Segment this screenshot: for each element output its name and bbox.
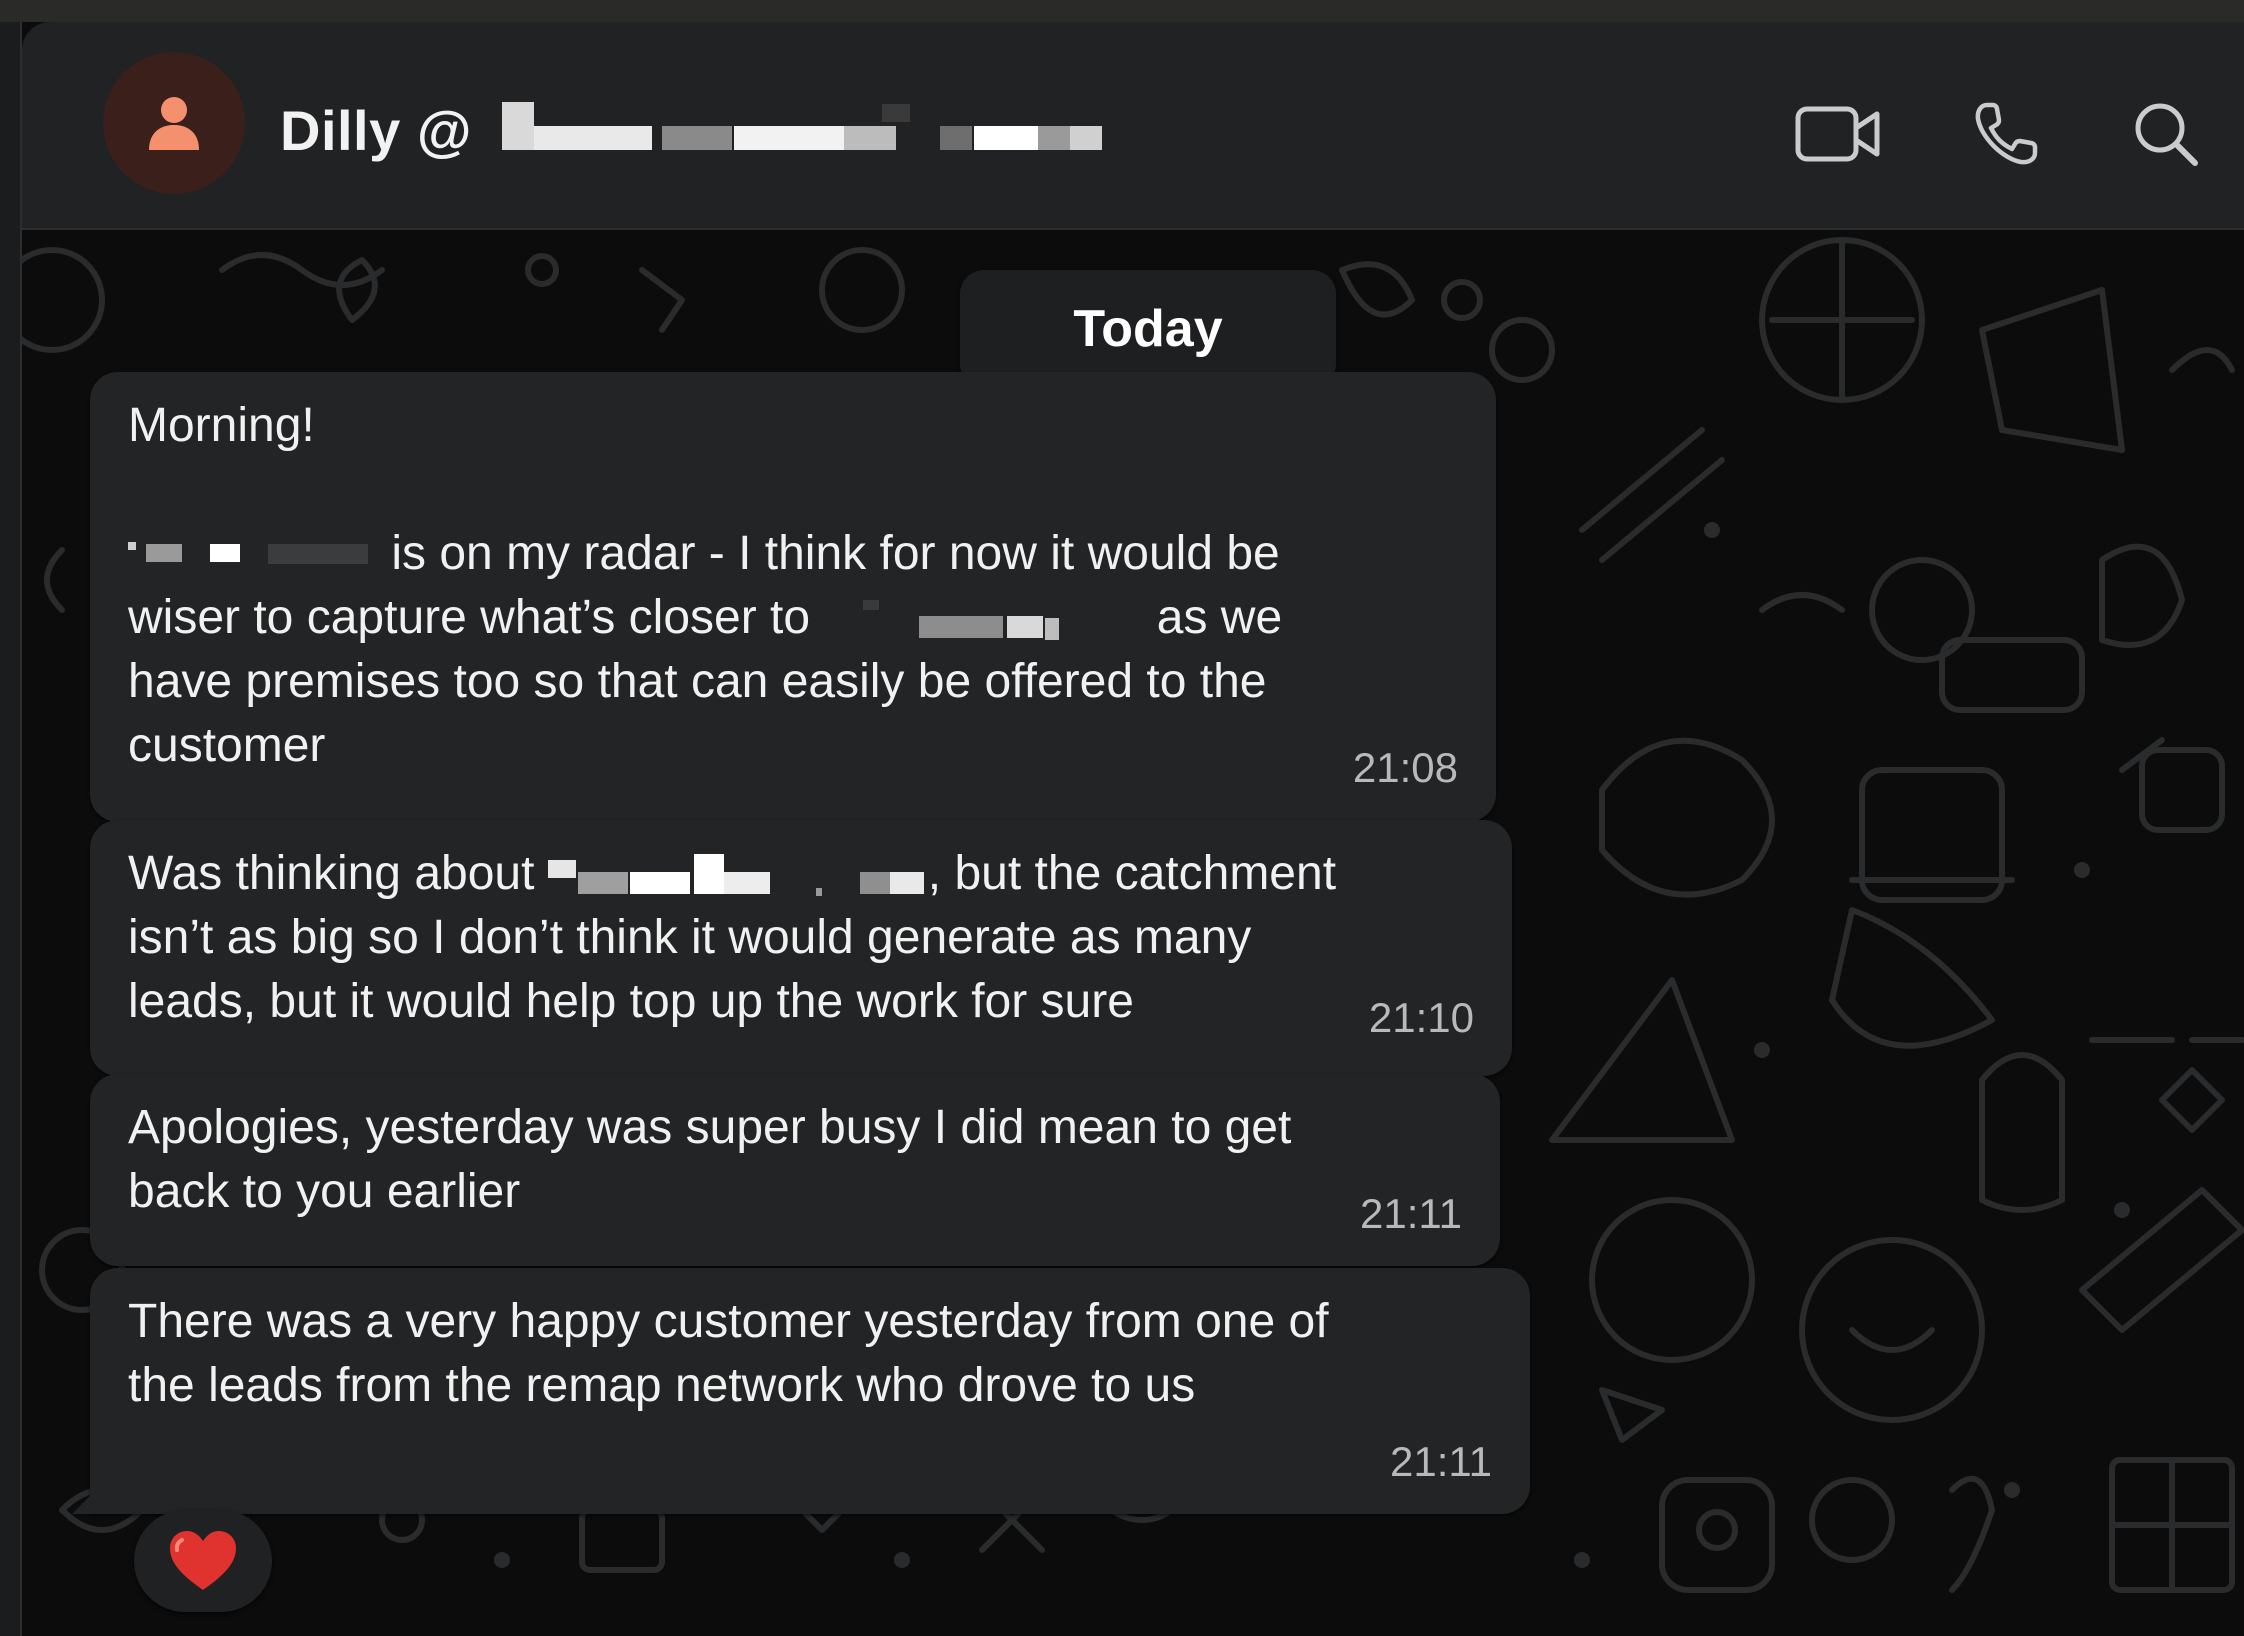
date-separator: Today: [960, 270, 1336, 388]
voice-call-icon: [1975, 102, 2038, 165]
video-call-icon: [1795, 106, 1880, 162]
message-text: Was thinking about , but the catchment i…: [128, 842, 1474, 1034]
window-top-edge: [0, 0, 2244, 22]
message-timestamp: 21:11: [1360, 1190, 1462, 1237]
date-label: Today: [1073, 300, 1223, 358]
message-line: customer: [128, 719, 326, 772]
person-icon: [149, 97, 199, 150]
contact-avatar[interactable]: [103, 52, 245, 194]
message-line: Was thinking about , but the catchment: [128, 847, 1337, 900]
message-text: There was a very happy customer yesterda…: [128, 1295, 1329, 1412]
message-line: wiser to capture what’s closer to as we: [128, 591, 1283, 644]
contact-name[interactable]: Dilly @: [280, 98, 472, 163]
message-bubble[interactable]: Was thinking about , but the catchment i…: [90, 820, 1512, 1076]
search-icon: [2135, 103, 2198, 166]
redacted-text: [128, 536, 378, 576]
redacted-text: [547, 854, 928, 898]
message-line: have premises too so that can easily be …: [128, 655, 1267, 708]
message-reaction[interactable]: [134, 1510, 272, 1612]
heart-icon: [170, 1531, 236, 1590]
message-line: is on my radar - I think for now it woul…: [128, 522, 1458, 586]
voice-call-button[interactable]: [1958, 86, 2054, 182]
message-line: isn’t as big so I don’t think it would g…: [128, 911, 1252, 964]
search-button[interactable]: [2118, 86, 2214, 182]
message-timestamp: 21:08: [1352, 744, 1458, 791]
message-line: leads, but it would help top up the work…: [128, 975, 1134, 1028]
message-line: Morning!: [128, 399, 315, 452]
chat-window: Dilly @ Today Morning! is on my radar - …: [22, 22, 2244, 1636]
left-pane-edge: [0, 22, 22, 1636]
message-text: Morning! is on my radar - I think for no…: [128, 394, 1458, 778]
message-timestamp: 21:10: [1368, 994, 1474, 1041]
message-text: Apologies, yesterday was super busy I di…: [128, 1101, 1292, 1218]
message-bubble[interactable]: Morning! is on my radar - I think for no…: [90, 372, 1496, 822]
message-bubble[interactable]: Apologies, yesterday was super busy I di…: [90, 1074, 1500, 1266]
redacted-text: [823, 600, 1143, 641]
chat-header: Dilly @: [22, 22, 2244, 230]
video-call-button[interactable]: [1790, 86, 1886, 182]
message-bubble[interactable]: There was a very happy customer yesterda…: [72, 1268, 1530, 1514]
message-timestamp: 21:11: [1390, 1438, 1492, 1485]
